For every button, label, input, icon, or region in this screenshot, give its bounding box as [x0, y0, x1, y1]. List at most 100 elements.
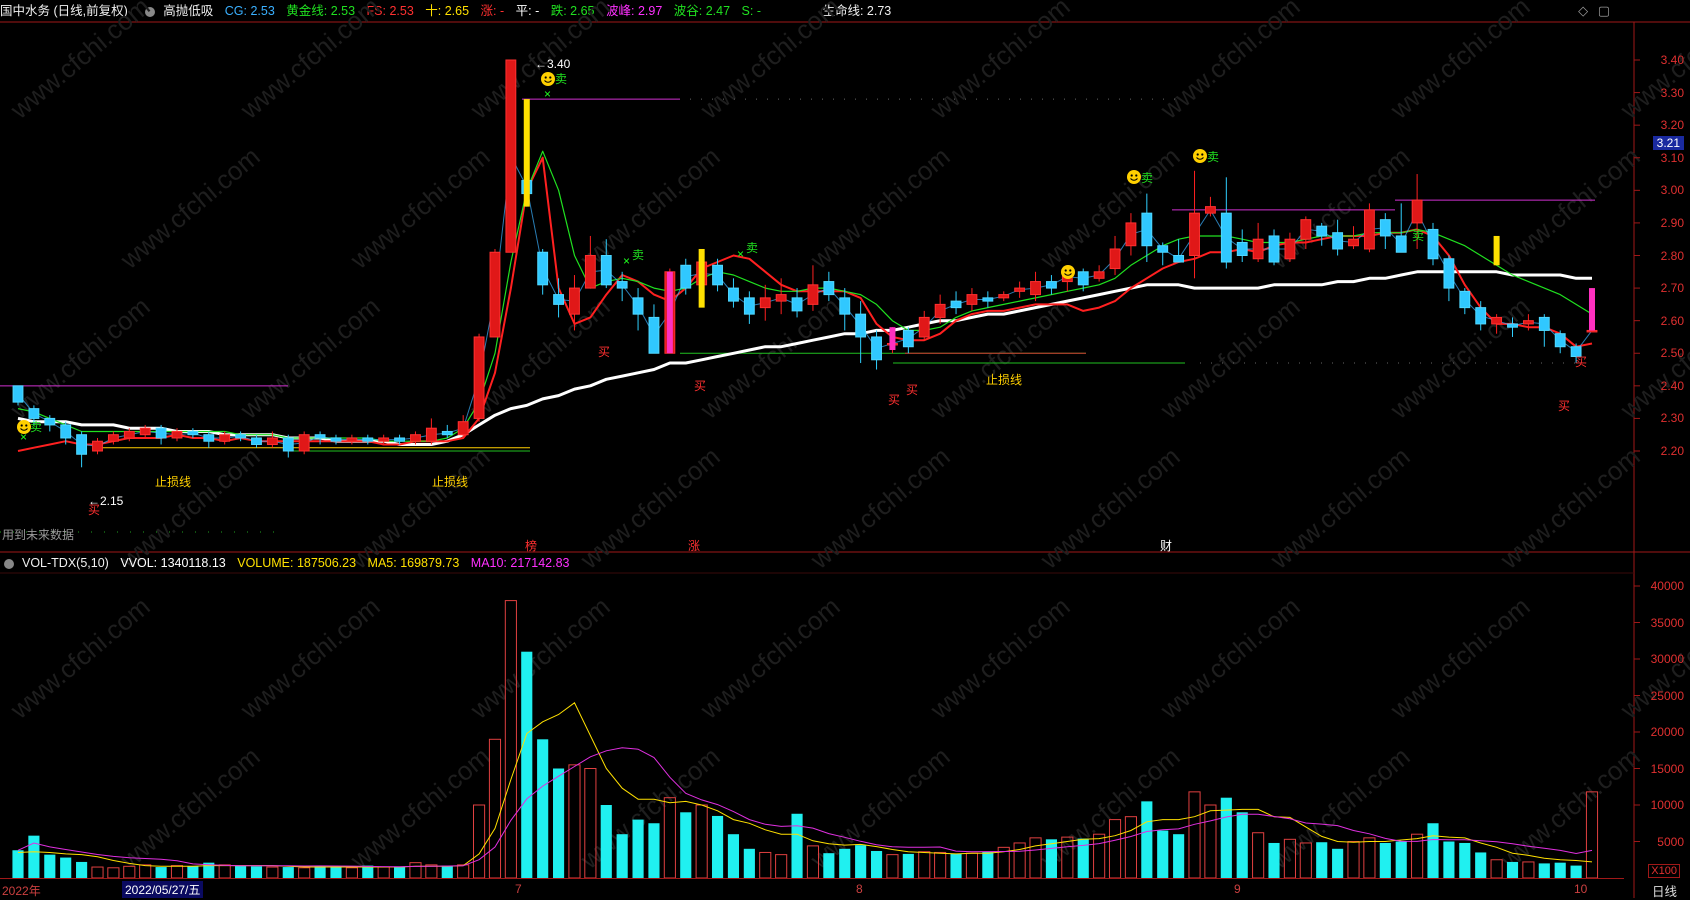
- buy-signal: 买: [906, 383, 918, 397]
- smiley-eye: [544, 76, 547, 79]
- signal-bar: [889, 327, 896, 350]
- low-price-label: ←2.15: [88, 494, 124, 508]
- vvol-value: VVOL: 1340118.13: [120, 556, 226, 570]
- volume-tick: 35000: [1650, 615, 1684, 630]
- smiley-eye: [1196, 153, 1199, 156]
- volume-bar-up: [1490, 859, 1503, 879]
- watermark-text: www.cfchi.com: [1384, 591, 1536, 725]
- smiley-eye: [1130, 174, 1133, 177]
- candle-body-down: [1141, 212, 1153, 247]
- chart-canvas[interactable]: www.cfchi.com www.cfchi.com www.cfchi.com w…: [0, 0, 1690, 899]
- watermark-text: www.cfchi.com: [344, 741, 496, 875]
- volume-bar-down: [1173, 834, 1185, 878]
- volume-bar-down: [553, 768, 565, 878]
- sell-signal: 卖: [1141, 171, 1153, 185]
- buy-signal: 买: [1558, 399, 1570, 413]
- volume-bar-up: [457, 864, 470, 879]
- volume-settings-icon[interactable]: [4, 558, 14, 569]
- candle-body-down: [203, 434, 215, 442]
- sell-cross-icon: ×: [544, 87, 551, 101]
- high-price-label: ←3.40: [535, 57, 571, 71]
- watermark-text: www.cfchi.com: [344, 141, 496, 275]
- watermark-text: www.cfchi.com: [114, 741, 266, 875]
- candle-body-down: [1507, 323, 1518, 328]
- volume-bar-up: [1108, 819, 1122, 879]
- price-tick: 3.30: [1660, 85, 1684, 100]
- volume-bar-down: [1157, 830, 1169, 878]
- watermark-text: www.cfchi.com: [234, 291, 386, 425]
- smiley-eye: [1135, 174, 1138, 177]
- watermark-text: www.cfchi.com: [4, 591, 156, 725]
- watermark-text: www.cfchi.com: [1494, 441, 1646, 575]
- volume-bar-down: [76, 861, 88, 878]
- watermark-text: www.cfchi.com: [1264, 441, 1416, 575]
- volume-bar-down: [441, 865, 453, 878]
- volume-bar-up: [266, 866, 279, 879]
- candle-body-up: [584, 255, 596, 289]
- candle-body-down: [28, 408, 40, 419]
- candle-body-up: [1189, 212, 1200, 256]
- price-tick: 2.90: [1660, 215, 1684, 230]
- volume-bar-down: [1141, 801, 1153, 878]
- high-price-value: 3.40: [547, 57, 571, 71]
- watermark-text: www.cfchi.com: [234, 0, 386, 125]
- volume-bar-up: [1347, 841, 1360, 879]
- candle-body-down: [1395, 235, 1407, 253]
- volume-bar-down: [870, 850, 883, 878]
- candle-body-down: [187, 430, 199, 436]
- smiley-eye: [20, 424, 23, 427]
- candle-body-down: [394, 437, 406, 442]
- volume-header: VOL-TDX(5,10) VVOL: 1340118.13 VOLUME: 1…: [0, 553, 577, 573]
- volume-bar-up: [1124, 816, 1137, 879]
- volume-bar-down: [394, 867, 406, 878]
- candle-body-down: [251, 437, 262, 445]
- volume-bar-up: [345, 867, 358, 879]
- watermark-text: www.cfchi.com: [804, 441, 956, 575]
- candle-body-up: [1411, 199, 1423, 224]
- ma10-value: MA10: 217142.83: [470, 556, 570, 570]
- watermark-text: www.cfchi.com: [1384, 0, 1536, 125]
- volume-tick: 15000: [1650, 761, 1684, 776]
- candle-body-down: [330, 437, 342, 442]
- candle-body-up: [171, 430, 183, 439]
- volume-bar-down: [839, 848, 851, 878]
- candle-body-up: [759, 297, 771, 309]
- candle-body-down: [632, 297, 644, 315]
- candle-body-down: [1316, 225, 1328, 237]
- volume-bar-down: [950, 853, 962, 878]
- volume-bar-up: [886, 854, 899, 879]
- volume-bar-down: [600, 805, 612, 878]
- smiley-icon: [1127, 170, 1141, 184]
- sell-cross-icon: ×: [623, 254, 630, 268]
- watermark-text: www.cfchi.com: [694, 591, 846, 725]
- low-price-value: 2.15: [100, 494, 124, 508]
- candle-body-down: [155, 427, 167, 439]
- candle-body-down: [282, 437, 294, 452]
- candle-body-up: [1284, 238, 1296, 260]
- candle-body-down: [855, 313, 867, 338]
- volume-bar-up: [934, 851, 947, 879]
- candle-body-up: [139, 427, 151, 436]
- smiley-eye: [1201, 153, 1204, 156]
- candle-body-down: [1554, 333, 1566, 348]
- event-marker: 榜: [525, 538, 537, 553]
- volume-bar-up: [218, 864, 231, 879]
- volume-bar-down: [1570, 865, 1582, 878]
- volume-bar-down: [823, 853, 835, 878]
- candle-body-down: [680, 264, 692, 289]
- candle-body-down: [12, 385, 24, 403]
- price-tick: 2.80: [1660, 248, 1684, 263]
- volume-bar-down: [1268, 842, 1280, 878]
- watermark-text: www.cfchi.com: [4, 0, 156, 125]
- candle-body-up: [378, 437, 390, 442]
- smiley-icon: [1061, 265, 1075, 279]
- signal-bar: [666, 271, 673, 354]
- candle-body-down: [553, 294, 564, 305]
- time-axis[interactable]: 2022年 2022/05/27/五 7 8 9 10: [0, 878, 1624, 900]
- volume-indicator-name[interactable]: VOL-TDX(5,10): [22, 556, 109, 570]
- candle-body-up: [473, 336, 485, 419]
- watermark-text: www.cfchi.com: [234, 591, 386, 725]
- period-selector[interactable]: 日线: [1652, 881, 1677, 900]
- buy-signal: 买: [694, 379, 706, 393]
- candle-body-up: [1109, 248, 1121, 270]
